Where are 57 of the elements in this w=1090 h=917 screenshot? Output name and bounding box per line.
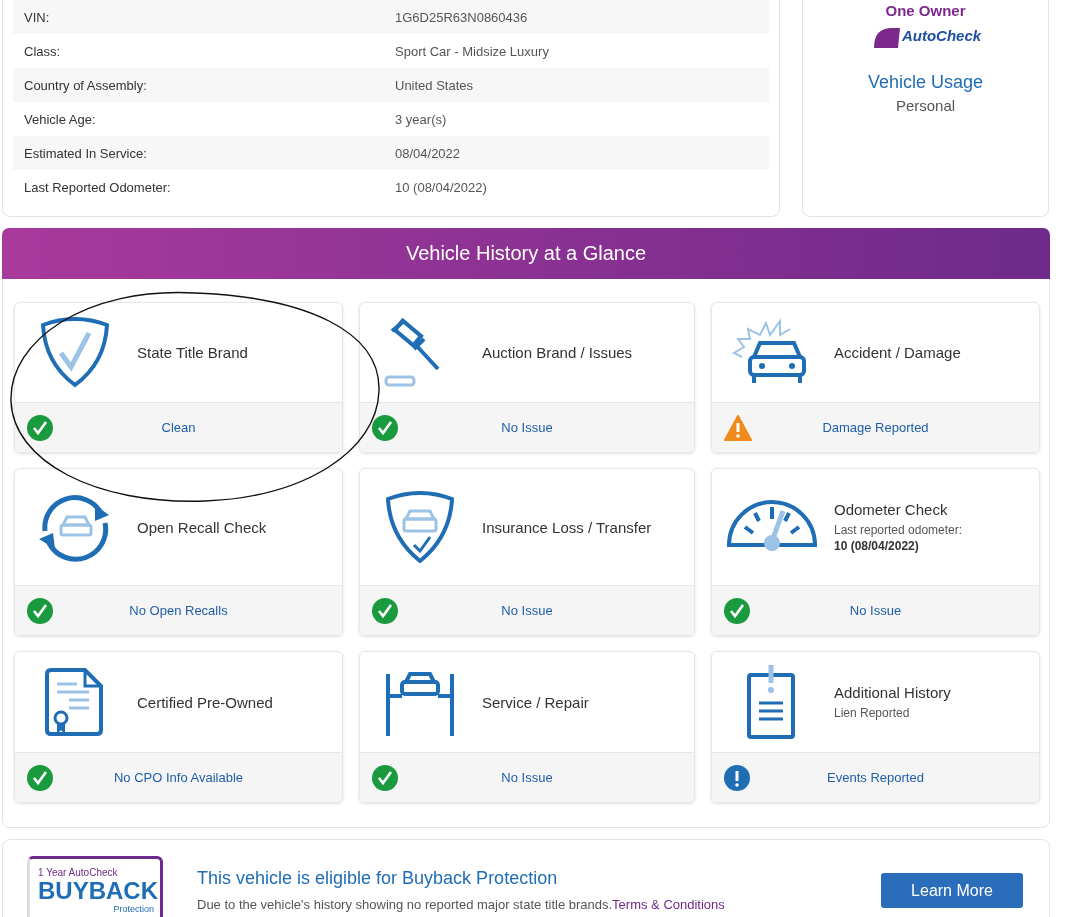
spec-value: 1G6D25R63N0860436 bbox=[395, 9, 528, 25]
spec-value: 10 (08/04/2022) bbox=[395, 179, 487, 195]
usage-value: Personal bbox=[895, 97, 956, 114]
glance-header: Vehicle History at a Glance bbox=[2, 228, 1050, 279]
spec-label: Country of Assembly: bbox=[23, 77, 148, 93]
result-link[interactable]: No CPO Info Available bbox=[113, 770, 244, 785]
result-link[interactable]: Clean bbox=[161, 420, 196, 435]
spec-label: Class: bbox=[23, 43, 62, 59]
badge-title: One Owner bbox=[885, 2, 966, 20]
card-title: Open Recall Check bbox=[137, 518, 267, 536]
badge-caption: 1 Year AutoCheck bbox=[38, 867, 119, 878]
check-icon bbox=[27, 597, 53, 624]
result-link[interactable]: No Issue bbox=[849, 603, 902, 618]
result-link[interactable]: Damage Reported bbox=[822, 420, 929, 435]
spec-value: 3 year(s) bbox=[395, 111, 447, 127]
shield-car-icon bbox=[384, 491, 456, 563]
result-link[interactable]: No Issue bbox=[501, 420, 553, 435]
certificate-icon bbox=[45, 666, 105, 738]
clipboard-alert-icon bbox=[747, 665, 797, 739]
check-icon bbox=[27, 764, 53, 791]
card-title: Auction Brand / Issues bbox=[482, 344, 633, 361]
check-icon bbox=[724, 597, 750, 624]
spec-label: Estimated In Service: bbox=[23, 145, 148, 161]
warning-icon bbox=[724, 414, 752, 441]
card-title: Insurance Loss / Transfer bbox=[482, 518, 652, 536]
card-title: Certified Pre-Owned bbox=[137, 693, 273, 711]
spec-label: Vehicle Age: bbox=[23, 111, 97, 127]
card-title: Odometer Check bbox=[834, 501, 949, 518]
spec-value: United States bbox=[395, 77, 474, 93]
result-link[interactable]: No Open Recalls bbox=[129, 603, 228, 618]
spec-value: Sport Car - Midsize Luxury bbox=[395, 43, 549, 59]
card-title: State Title Brand bbox=[137, 344, 248, 361]
spec-label: Last Reported Odometer: bbox=[23, 179, 172, 195]
check-icon bbox=[27, 414, 53, 441]
result-link[interactable]: Events Reported bbox=[827, 770, 924, 785]
shield-check-icon bbox=[39, 316, 111, 389]
learn-more-button[interactable]: Learn More bbox=[881, 873, 1023, 908]
result-link[interactable]: No Issue bbox=[501, 603, 553, 618]
badge-brand: AutoCheck bbox=[901, 27, 982, 46]
card-title: Service / Repair bbox=[482, 693, 589, 711]
card-title: Additional History bbox=[834, 684, 951, 701]
check-icon bbox=[372, 414, 398, 441]
usage-label: Vehicle Usage bbox=[867, 72, 984, 93]
card-note-value: 10 (08/04/2022) bbox=[834, 539, 920, 553]
check-icon bbox=[372, 597, 398, 624]
alert-icon bbox=[724, 764, 750, 791]
card-note: Last reported odometer: bbox=[834, 523, 963, 537]
spec-value: 08/04/2022 bbox=[395, 145, 461, 161]
badge-caption: Protection bbox=[113, 904, 154, 914]
spec-label: VIN: bbox=[23, 9, 51, 25]
buyback-text: Due to the vehicle's history showing no reported major state title brands. bbox=[197, 897, 613, 912]
card-note: Lien Reported bbox=[834, 706, 911, 720]
result-link[interactable]: No Issue bbox=[501, 770, 553, 785]
check-icon bbox=[372, 764, 398, 791]
buyback-title: This vehicle is eligible for Buyback Protection bbox=[197, 868, 559, 889]
card-title: Accident / Damage bbox=[834, 344, 961, 361]
terms-link[interactable]: Terms & Conditions bbox=[612, 897, 725, 912]
